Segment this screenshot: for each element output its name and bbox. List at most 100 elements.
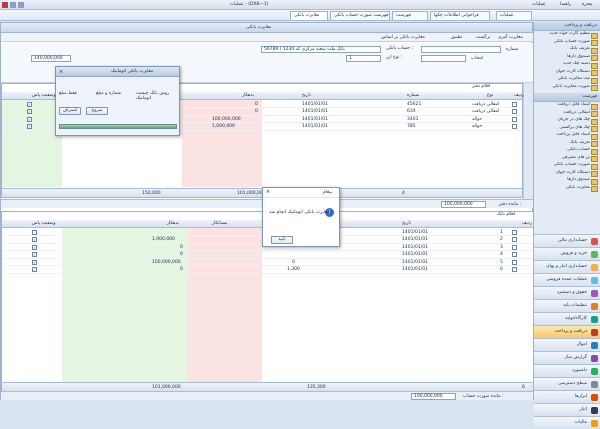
nav-sub-item[interactable]: چک های برگشتی xyxy=(534,125,600,133)
status-checkbox[interactable]: ✓ xyxy=(32,237,37,242)
toolbar-item-match[interactable]: مغایرت بانکی بر اساس xyxy=(381,35,425,40)
menu-help[interactable]: راهنما xyxy=(560,2,571,7)
cell-row-number: 6 xyxy=(500,267,503,272)
nav-sub-item[interactable]: صندوق دارها xyxy=(534,177,600,185)
row-select-checkbox[interactable] xyxy=(512,116,517,122)
nav-category[interactable]: عملیات عمده فروشی xyxy=(534,273,600,286)
status-checkbox[interactable]: ✓ xyxy=(27,116,32,122)
nav-category[interactable]: حقوق و دستمزد xyxy=(534,286,600,299)
nav-item[interactable]: ثبت مغایرت بانکی xyxy=(534,76,600,84)
auto-match-cancel-button[interactable]: انصراف xyxy=(59,107,81,115)
toolbar-item-reconcile[interactable]: مغایرت گیری xyxy=(498,35,523,40)
nav-category[interactable]: انبار xyxy=(534,403,600,416)
message-ok-button[interactable]: تایید xyxy=(271,236,293,244)
nav-item[interactable]: تعریف بانک xyxy=(534,46,600,54)
cell-row-number: 1 xyxy=(500,229,503,235)
close-icon[interactable] xyxy=(2,2,8,8)
status-checkbox[interactable]: ✓ xyxy=(27,101,32,107)
row-select-checkbox[interactable] xyxy=(512,124,517,129)
nav-category[interactable]: کارگاه/تولید xyxy=(534,312,600,325)
nav-category[interactable]: ابزارها xyxy=(534,390,600,403)
nav-sub-item[interactable]: تعریف بانک xyxy=(534,140,600,148)
bank-footer-credit-total: 101,000,000 xyxy=(152,384,181,390)
table-row[interactable]: 4 1401/01/01 0 ✓ xyxy=(2,252,533,259)
table-row[interactable]: 5 1401/01/01 0 100,000,000 ✓ xyxy=(2,259,533,266)
amount-field[interactable]: 140,000,000 xyxy=(31,55,71,62)
date-label: شماره xyxy=(506,47,519,52)
account-field[interactable]: بانک ملت شعبه مرکزی کد 1234 / 56789 xyxy=(261,46,381,53)
nav-category-label: گزارش ساز xyxy=(564,355,587,360)
auto-match-start-button[interactable]: شروع xyxy=(86,107,108,115)
nav-sub-item[interactable]: چک های در جریان xyxy=(534,117,600,125)
auto-match-option-amount-only[interactable]: فقط مبلغ xyxy=(59,91,77,96)
tab-operations[interactable]: عملیات xyxy=(496,11,532,20)
cell-credit: 0 xyxy=(180,267,183,272)
tab-cheques[interactable]: فراخوانی اطلاعات چکها xyxy=(430,11,490,20)
nav-item[interactable]: دستگاه کارت خوان xyxy=(534,69,600,77)
nav-category[interactable]: داشبورد xyxy=(534,364,600,377)
nav-sub-item[interactable]: بن های مصرفی xyxy=(534,155,600,163)
nav-category[interactable]: گزارش ساز xyxy=(534,351,600,364)
status-checkbox[interactable]: ✓ xyxy=(32,259,37,265)
status-checkbox[interactable]: ✓ xyxy=(32,252,37,257)
nav-category[interactable]: حسابداری مالی xyxy=(534,234,600,247)
status-checkbox[interactable]: ✓ xyxy=(27,124,32,129)
close-icon[interactable]: × xyxy=(59,69,63,75)
nav-item[interactable]: صورت حساب بانکی xyxy=(534,39,600,47)
nav-sub-item[interactable]: اسناد قابل دریافت xyxy=(534,102,600,110)
tab-list[interactable]: فهرست xyxy=(392,11,428,20)
nav-category[interactable]: اموال xyxy=(534,338,600,351)
select-field[interactable] xyxy=(421,55,466,62)
nav-item[interactable]: دسته چک جدید xyxy=(534,61,600,69)
nav-item[interactable]: صندوق دارها xyxy=(534,54,600,62)
header-date: تاریخ xyxy=(302,93,311,98)
nav-sub-item[interactable]: اسناد قابل پرداخت xyxy=(534,132,600,140)
nav-category[interactable]: مالیات xyxy=(534,416,600,429)
nav-category[interactable]: خرید و فروش xyxy=(534,247,600,260)
toolbar-item-compare[interactable]: تطبیق xyxy=(451,35,462,40)
status-checkbox[interactable]: ✓ xyxy=(32,244,37,250)
tab-bank-reconciliation[interactable]: مغایرت بانکی xyxy=(290,11,328,20)
table-row[interactable]: 6 1401/01/01 1,300 0 ✓ xyxy=(2,267,533,274)
close-icon[interactable]: × xyxy=(266,189,270,195)
status-checkbox[interactable]: ✓ xyxy=(32,267,37,272)
status-checkbox[interactable] xyxy=(32,229,37,235)
tab-bank-statement[interactable]: فهرست صورت حساب بانکی xyxy=(330,11,390,20)
menu-window[interactable]: پنجره xyxy=(582,2,592,7)
auto-match-progress-bar xyxy=(59,124,177,129)
minimize-icon[interactable] xyxy=(18,2,24,8)
row-select-checkbox[interactable] xyxy=(512,101,517,107)
menu-operations[interactable]: عملیات xyxy=(532,2,546,7)
tab-bar: فراخوانی اطلاعات چکها فهرست فهرست صورت ح… xyxy=(0,10,600,21)
row-select-checkbox[interactable] xyxy=(512,259,517,265)
category-icon xyxy=(591,277,598,284)
currency-field[interactable]: 1 xyxy=(346,55,381,62)
row-select-checkbox[interactable] xyxy=(512,109,517,114)
row-select-checkbox[interactable] xyxy=(512,252,517,257)
row-select-checkbox[interactable] xyxy=(512,244,517,250)
toolbar-item-return[interactable]: برگشت xyxy=(476,35,490,40)
nav-category[interactable]: سطح دسترسی xyxy=(534,377,600,390)
cell-date: 1401/01/01 xyxy=(402,259,428,265)
maximize-icon[interactable] xyxy=(10,2,16,8)
nav-sub-item[interactable]: مغایرت بانکی xyxy=(534,185,600,193)
date-field[interactable] xyxy=(421,46,501,53)
nav-category-label: خرید و فروش xyxy=(560,251,587,256)
row-select-checkbox[interactable] xyxy=(512,237,517,242)
row-select-checkbox[interactable] xyxy=(512,267,517,272)
toolbar: مغایرت بانکی بر اساس تطبیق برگشت مغایرت … xyxy=(1,33,534,42)
nav-category[interactable]: تنظیمات پایه xyxy=(534,299,600,312)
nav-sub-item[interactable]: دستگاه کارت خوان xyxy=(534,170,600,178)
nav-category[interactable]: حسابداری انبار و بهای xyxy=(534,260,600,273)
row-select-checkbox[interactable] xyxy=(512,229,517,235)
nav-category[interactable]: دریافت و پرداخت xyxy=(534,325,600,338)
status-checkbox[interactable]: ✓ xyxy=(27,109,32,114)
nav-sub-item[interactable]: حساب بانکی xyxy=(534,147,600,155)
nav-item[interactable]: تنظیم کارت خواه جدید xyxy=(534,31,600,39)
category-icon xyxy=(591,251,598,258)
nav-item[interactable]: صورت مغایرت بانکی xyxy=(534,84,600,92)
cell-number: 45621 xyxy=(407,101,422,107)
nav-sub-item[interactable]: انتقالی دریافت xyxy=(534,110,600,118)
nav-sub-item[interactable]: صورت حساب بانکی xyxy=(534,162,600,170)
auto-match-option-number-amount[interactable]: شماره و مبلغ xyxy=(96,91,121,96)
